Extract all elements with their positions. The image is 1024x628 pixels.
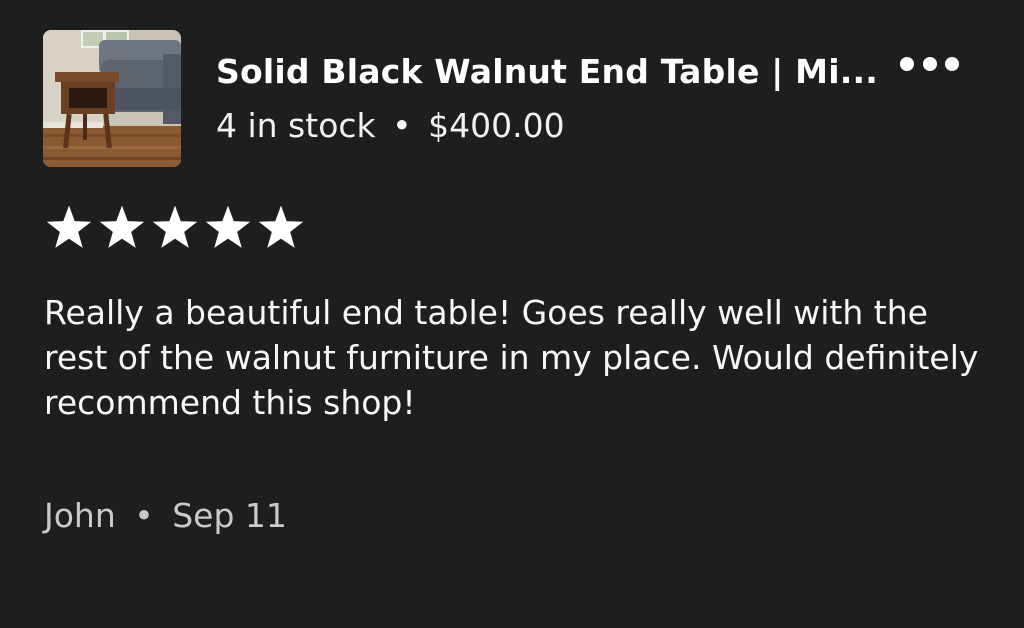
- listing-title[interactable]: Solid Black Walnut End Table | Mi...: [216, 52, 876, 92]
- star-icon: [152, 206, 198, 248]
- star-icon: [99, 206, 145, 248]
- review-text: Really a beautiful end table! Goes reall…: [44, 293, 979, 422]
- star-icon: [258, 206, 304, 248]
- meta-separator: •: [392, 106, 412, 145]
- star-rating: [46, 206, 304, 250]
- product-thumbnail[interactable]: [43, 30, 181, 167]
- author-name[interactable]: John: [44, 496, 116, 535]
- review-date: Sep 11: [172, 496, 287, 535]
- more-options-icon: [900, 57, 959, 71]
- listing-meta: 4 in stock • $400.00: [216, 106, 565, 146]
- review-byline: John • Sep 11: [44, 496, 287, 536]
- review-card: Solid Black Walnut End Table | Mi... 4 i…: [0, 0, 1024, 628]
- star-icon: [46, 206, 92, 248]
- stock-count: 4 in stock: [216, 106, 376, 145]
- listing-price: $400.00: [428, 106, 565, 145]
- product-photo: [43, 30, 181, 167]
- star-icon: [205, 206, 251, 248]
- more-options-button[interactable]: [893, 50, 965, 80]
- byline-separator: •: [134, 496, 154, 535]
